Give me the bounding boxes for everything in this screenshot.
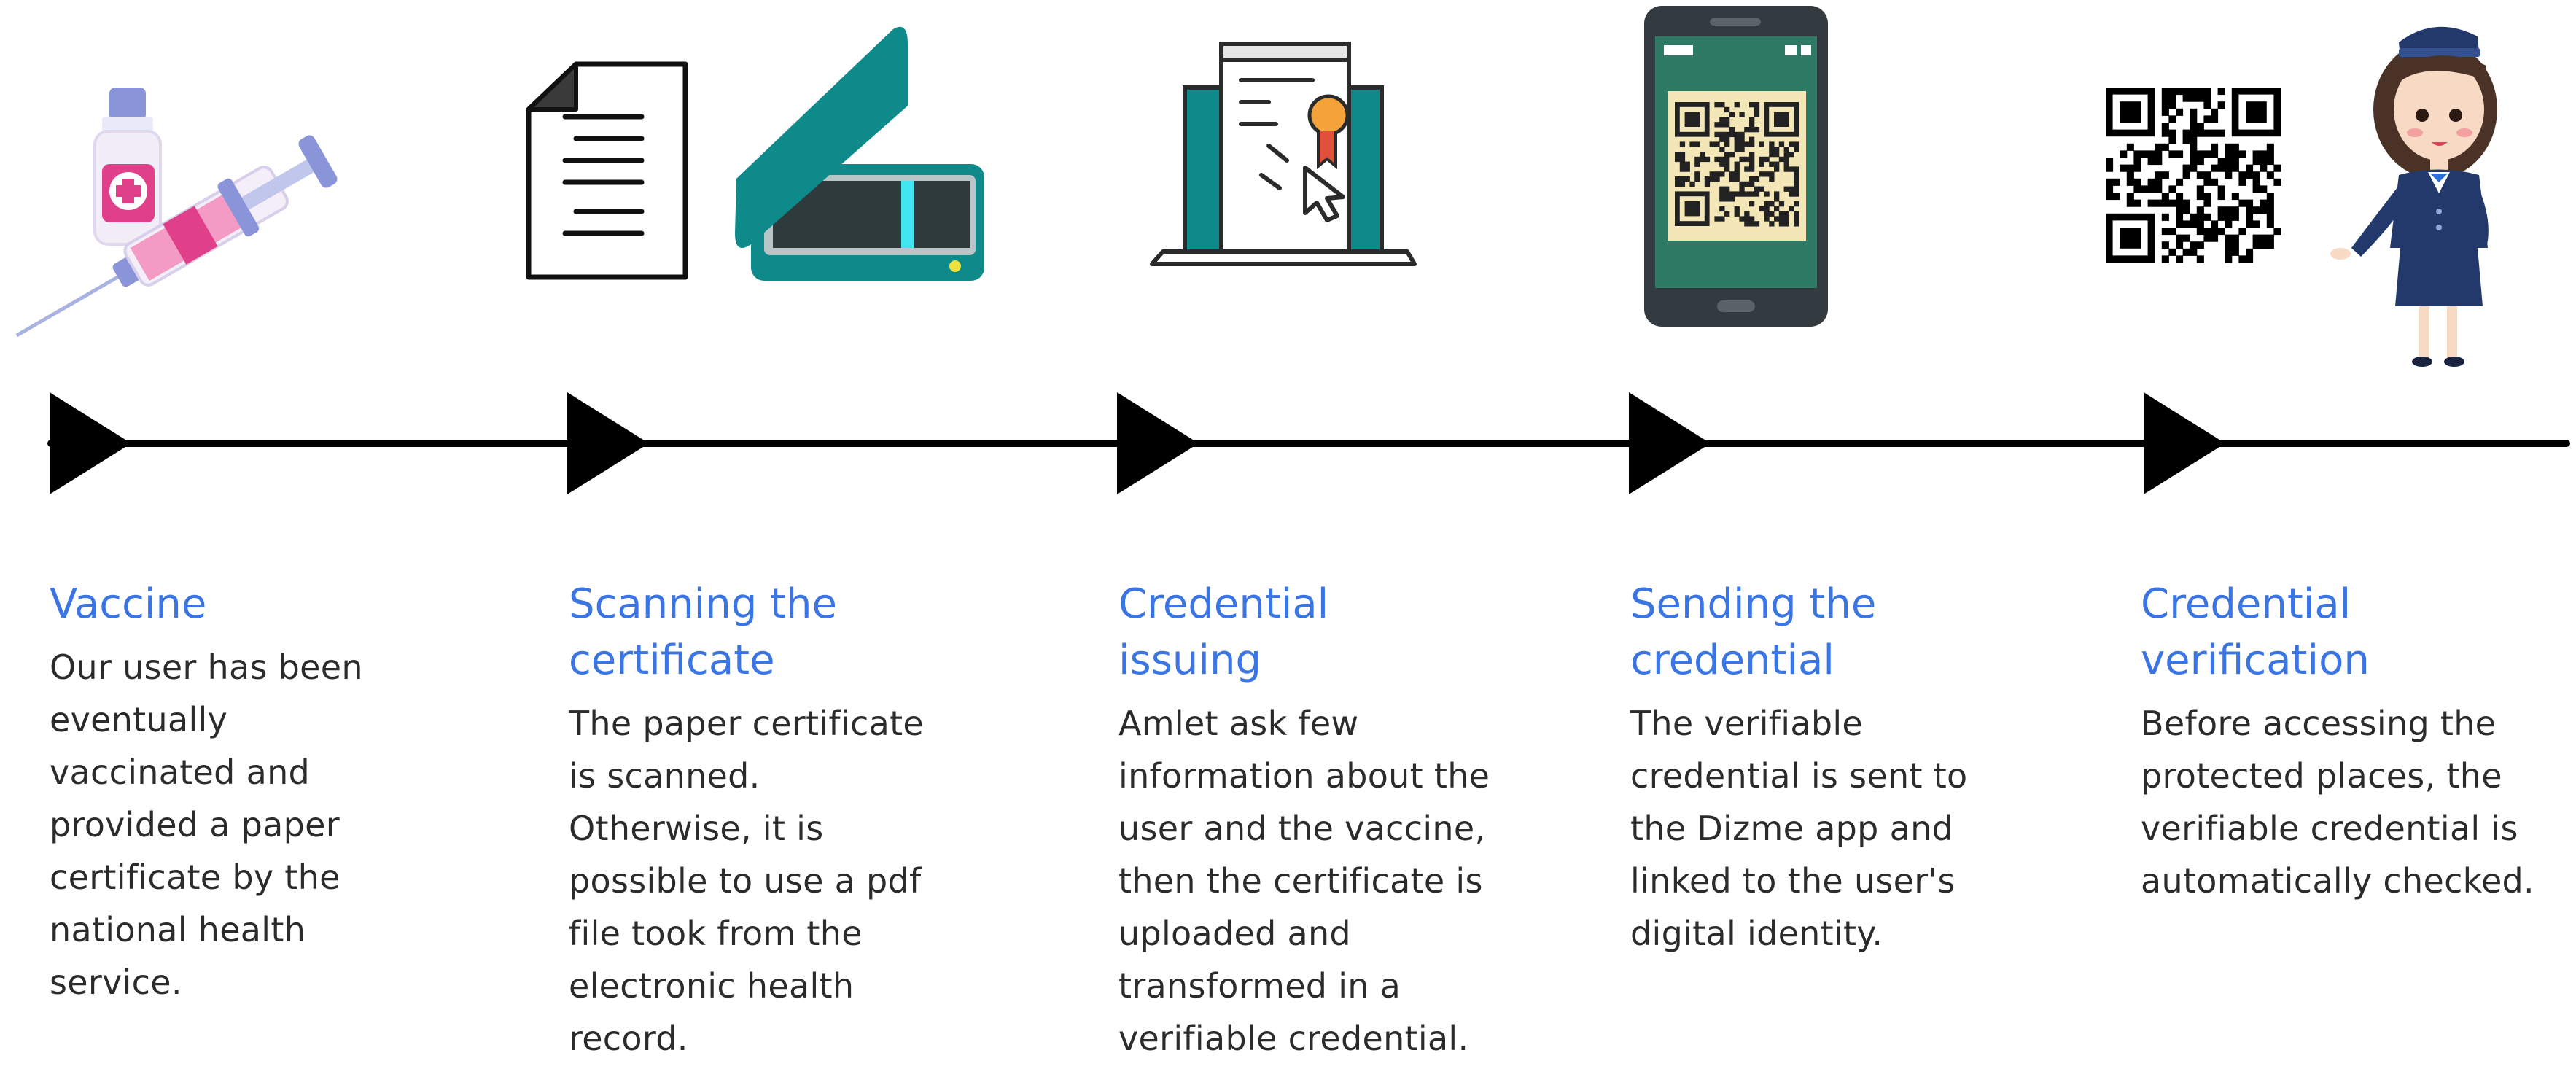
step-credential-verification: Credential verification Before accessing… [2141, 576, 2571, 907]
timeline-arrow-5 [2144, 392, 2225, 494]
step-description: Before accessing the protected places, t… [2141, 704, 2534, 901]
step-description: Amlet ask few information about the user… [1118, 704, 1490, 1058]
qr-code-large-icon [2106, 88, 2281, 263]
syringe [15, 135, 338, 338]
timeline [47, 392, 2570, 494]
certificate-seal [1307, 94, 1350, 136]
step-title: Sending the credential [1630, 580, 1877, 684]
laptop-certificate-icon [1150, 42, 1417, 266]
step-description: The verifiable credential is sent to the… [1630, 704, 1968, 953]
document-fold [526, 62, 578, 112]
qr-hostess-icon [2106, 26, 2497, 367]
step-credential-issuing: Credential issuing Amlet ask few informa… [1118, 576, 1585, 1065]
step-title: Credential verification [2141, 580, 2370, 684]
scanner-light [901, 181, 914, 248]
timeline-arrow-4 [1629, 392, 1711, 494]
vaccine-syringe-icon [15, 88, 338, 338]
vial-cap [109, 88, 146, 120]
step-description: Our user has been eventually vaccinated … [50, 648, 363, 1002]
hostess-icon [2330, 26, 2497, 367]
step-vaccine: Vaccine Our user has been eventually vac… [50, 576, 458, 1008]
timeline-arrow-2 [567, 392, 649, 494]
step-sending-credential: Sending the credential The verifiable cr… [1630, 576, 2082, 960]
step-title: Credential issuing [1118, 580, 1329, 684]
timeline-arrow-1 [50, 392, 131, 494]
step-icons [15, 6, 2497, 367]
timeline-arrow-3 [1117, 392, 1199, 494]
step-title: Scanning the certificate [569, 580, 837, 684]
step-title: Vaccine [50, 580, 207, 628]
phone-home-button [1717, 300, 1755, 312]
phone-qr-icon [1644, 6, 1828, 327]
scanner-led [949, 260, 961, 272]
document-scanner-icon [526, 26, 984, 281]
step-description: The paper certificate is scanned. Otherw… [569, 704, 925, 1058]
step-scanning: Scanning the certificate The paper certi… [569, 576, 1006, 1065]
